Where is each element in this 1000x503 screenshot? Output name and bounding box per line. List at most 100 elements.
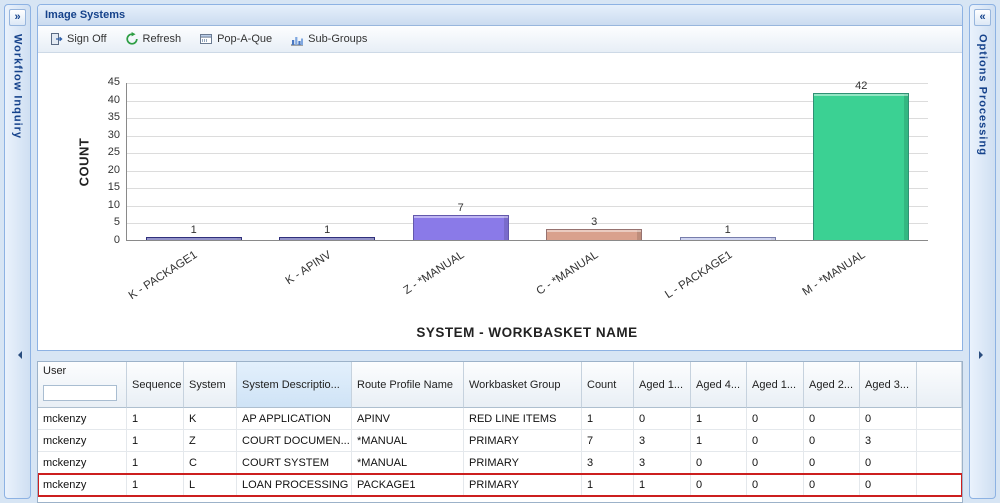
column-header-aged-2[interactable]: Aged 2... xyxy=(804,362,860,408)
table-cell: *MANUAL xyxy=(352,430,464,452)
table-cell: 1 xyxy=(582,474,634,496)
bar-slot: 1 xyxy=(661,83,795,240)
table-cell-filler xyxy=(917,430,962,452)
chart-plot: 1 1 7 3 1 42 xyxy=(126,80,929,241)
table-cell: 0 xyxy=(747,408,804,430)
table-cell: APINV xyxy=(352,408,464,430)
table-cell: COURT DOCUMEN... xyxy=(237,430,352,452)
table-cell: PRIMARY xyxy=(464,474,582,496)
grid-header: User Sequence System System Descriptio... Ro… xyxy=(38,362,962,408)
popaque-icon xyxy=(199,32,213,46)
table-cell: 1 xyxy=(127,408,184,430)
table-cell: 1 xyxy=(127,430,184,452)
sub-groups-button[interactable]: Sub-Groups xyxy=(285,29,372,49)
y-tick-label: 15 xyxy=(107,181,120,194)
table-cell: PRIMARY xyxy=(464,452,582,474)
column-header-aged-4[interactable]: Aged 4... xyxy=(691,362,747,408)
table-cell: *MANUAL xyxy=(352,452,464,474)
table-cell: 1 xyxy=(127,474,184,496)
table-cell: mckenzy xyxy=(38,452,127,474)
table-cell: 0 xyxy=(691,474,747,496)
table-cell: 0 xyxy=(860,452,917,474)
toolbar: Sign Off Refresh Pop-A-Que Sub-Groups xyxy=(38,26,962,53)
expand-left-panel-button[interactable]: » xyxy=(9,9,26,26)
table-cell: 0 xyxy=(691,452,747,474)
table-cell: LOAN PROCESSING xyxy=(237,474,352,496)
table-row[interactable]: mckenzy 1 C COURT SYSTEM *MANUAL PRIMARY 3 3 0 0 0… xyxy=(38,452,962,474)
workflow-inquiry-panel[interactable]: » Workflow Inquiry xyxy=(4,4,31,499)
bar-slot: 42 xyxy=(795,80,929,240)
table-cell: 3 xyxy=(634,452,691,474)
chart-bars: 1 1 7 3 1 42 xyxy=(127,80,929,240)
table-cell: 3 xyxy=(582,452,634,474)
table-row-selected[interactable]: mckenzy 1 L LOAN PROCESSING PACKAGE1 PRIMARY 1… xyxy=(38,473,962,497)
column-header-system-descriptio[interactable]: System Descriptio... xyxy=(237,362,352,408)
horizontal-splitter[interactable] xyxy=(37,351,963,360)
bar-value-label: 3 xyxy=(591,216,598,229)
bar-chart: COUNT 0 5 10 15 20 25 30 35 40 45 1 1 7 3 1 42 K - PAC… xyxy=(38,53,962,350)
bar-slot: 1 xyxy=(127,83,261,240)
image-systems-panel: Image Systems Sign Off Refresh Pop-A-Que Su… xyxy=(37,4,963,351)
pop-a-que-button[interactable]: Pop-A-Que xyxy=(194,29,277,49)
refresh-button[interactable]: Refresh xyxy=(120,29,187,49)
column-header-user[interactable]: User xyxy=(38,362,127,408)
column-header-label: User xyxy=(43,365,67,377)
column-header-aged-1[interactable]: Aged 1... xyxy=(747,362,804,408)
table-cell: PRIMARY xyxy=(464,430,582,452)
options-processing-panel[interactable]: « Options Processing xyxy=(969,4,996,499)
x-category-label: K - APINV xyxy=(283,249,334,288)
x-axis-labels: K - PACKAGE1 K - APINV Z - *MANUAL C - *MAN… xyxy=(126,245,928,311)
column-header-count[interactable]: Count xyxy=(582,362,634,408)
column-header-system[interactable]: System xyxy=(184,362,237,408)
bar-slot: 7 xyxy=(394,83,528,240)
table-cell: 0 xyxy=(804,452,860,474)
column-header-route-profile-name[interactable]: Route Profile Name xyxy=(352,362,464,408)
bar-z-manual: 7 xyxy=(412,202,509,240)
table-cell: 0 xyxy=(804,474,860,496)
bar-k-apinv: 1 xyxy=(279,224,376,240)
table-cell: 0 xyxy=(747,430,804,452)
y-tick-label: 25 xyxy=(107,146,120,159)
panel-header: Image Systems xyxy=(38,5,962,26)
table-cell: 0 xyxy=(634,408,691,430)
main-content: Image Systems Sign Off Refresh Pop-A-Que Su… xyxy=(37,4,963,503)
right-panel-title: Options Processing xyxy=(976,34,989,156)
results-grid: User Sequence System System Descriptio... Ro… xyxy=(37,361,963,503)
grid-header-row: User Sequence System System Descriptio... Ro… xyxy=(38,362,962,408)
splitter-collapse-right-icon[interactable] xyxy=(978,351,987,359)
expand-right-panel-button[interactable]: « xyxy=(974,9,991,26)
table-cell: RED LINE ITEMS xyxy=(464,408,582,430)
table-cell: L xyxy=(184,474,237,496)
y-axis-title: COUNT xyxy=(76,137,92,187)
table-cell: 0 xyxy=(804,430,860,452)
bar-m-manual: 42 xyxy=(813,80,910,240)
bar-k-package1: 1 xyxy=(145,224,242,240)
table-cell: 0 xyxy=(804,408,860,430)
table-cell: 1 xyxy=(691,430,747,452)
sign-off-button[interactable]: Sign Off xyxy=(44,29,112,49)
column-header-workbasket-group[interactable]: Workbasket Group xyxy=(464,362,582,408)
y-tick-label: 45 xyxy=(107,76,120,88)
splitter-collapse-left-icon[interactable] xyxy=(14,351,22,359)
column-header-sequence[interactable]: Sequence xyxy=(127,362,184,408)
table-cell: C xyxy=(184,452,237,474)
table-cell: 0 xyxy=(860,474,917,496)
panel-title: Image Systems xyxy=(45,9,126,21)
left-panel-title: Workflow Inquiry xyxy=(11,34,24,140)
table-cell-filler xyxy=(917,452,962,474)
table-row[interactable]: mckenzy 1 Z COURT DOCUMEN... *MANUAL PRIMARY 7… xyxy=(38,430,962,452)
toolbar-button-label: Sign Off xyxy=(67,33,107,45)
table-cell: mckenzy xyxy=(38,474,127,496)
y-tick-label: 30 xyxy=(107,128,120,141)
table-cell: PACKAGE1 xyxy=(352,474,464,496)
table-row[interactable]: mckenzy 1 K AP APPLICATION APINV RED LINE ITE… xyxy=(38,408,962,430)
table-cell: Z xyxy=(184,430,237,452)
column-header-aged-3[interactable]: Aged 3... xyxy=(860,362,917,408)
y-tick-label: 10 xyxy=(107,198,120,211)
x-category-label: K - PACKAGE1 xyxy=(126,249,200,303)
user-filter-input[interactable] xyxy=(43,385,117,401)
table-cell-filler xyxy=(917,408,962,430)
x-category-label: Z - *MANUAL xyxy=(401,249,467,298)
column-header-aged-1[interactable]: Aged 1... xyxy=(634,362,691,408)
table-cell: 7 xyxy=(582,430,634,452)
